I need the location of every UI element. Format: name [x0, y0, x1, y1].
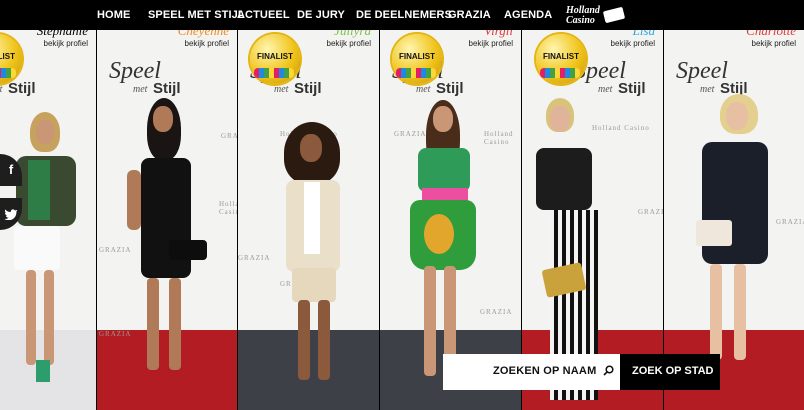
contestant-photo: [522, 30, 663, 410]
finalist-badge: FINALIST: [536, 34, 586, 84]
search-by-city-button[interactable]: ZOEK OP STAD: [620, 354, 720, 390]
contestant-card[interactable]: SpeelmetStijl GRAZIA Holland Casino GRAZ…: [97, 30, 237, 410]
view-profile-link[interactable]: bekijk profiel: [178, 39, 229, 48]
finalist-badge: FINALIST: [250, 34, 300, 84]
logo-line-2: Casino: [566, 15, 595, 26]
contestant-name-block: Virgil bekijk profiel: [469, 30, 513, 48]
search-by-name-field[interactable]: ZOEKEN OP NAAM: [443, 354, 620, 390]
contestant-name: Charlotte: [746, 30, 796, 38]
playing-card-icon: [602, 6, 626, 24]
contestant-name-block: Juliyra bekijk profiel: [327, 30, 371, 48]
search-by-name-label: ZOEKEN OP NAAM: [493, 365, 597, 377]
view-profile-link[interactable]: bekijk profiel: [746, 39, 796, 48]
contestant-card[interactable]: SpeelmetStijl Holland Casino GRAZIA FINA…: [522, 30, 663, 410]
search-by-city-label: ZOEK OP STAD: [632, 365, 714, 377]
contestant-name: Juliyra: [334, 30, 371, 38]
view-profile-link[interactable]: bekijk profiel: [611, 39, 655, 48]
view-profile-link[interactable]: bekijk profiel: [469, 39, 513, 48]
contestant-photo: [664, 30, 804, 410]
contestant-photo: [238, 30, 379, 410]
nav-de-deelnemers[interactable]: DE DEELNEMERS: [356, 9, 452, 21]
contestant-card[interactable]: SpeelmetStijl Holland Casino GRAZIA GRAZ…: [238, 30, 379, 410]
contestant-name-block: Stephanie bekijk profiel: [37, 30, 88, 48]
contestant-name: Lisa: [632, 30, 655, 38]
contestant-card[interactable]: SpeelmetStijl GRAZIA Charlotte bekijk pr…: [664, 30, 804, 410]
contestant-name: Virgil: [484, 30, 513, 38]
view-profile-link[interactable]: bekijk profiel: [37, 39, 88, 48]
finalist-badge: FINALIST: [392, 34, 442, 84]
nav-actueel[interactable]: ACTUEEL: [237, 9, 290, 21]
nav-speel-met-stijl[interactable]: SPEEL MET STIJL: [148, 9, 245, 21]
contestant-photo: [380, 30, 521, 410]
facebook-icon: f: [8, 162, 14, 177]
search-icon: [603, 365, 614, 376]
nav-home[interactable]: HOME: [97, 9, 130, 21]
view-profile-link[interactable]: bekijk profiel: [327, 39, 371, 48]
contestant-name: Stephanie: [36, 30, 88, 38]
contestant-photo: [97, 30, 237, 410]
contestant-name: Cheyenne: [177, 30, 229, 38]
contestant-card[interactable]: SpeelmetStijl GRAZIA Holland Casino GRAZ…: [380, 30, 521, 410]
facebook-share-button[interactable]: f: [0, 154, 22, 186]
nav-agenda[interactable]: AGENDA: [504, 9, 552, 21]
twitter-icon: [4, 209, 18, 221]
top-nav: HOME SPEEL MET STIJL ACTUEEL DE JURY DE …: [0, 0, 804, 30]
nav-grazia[interactable]: GRAZIA: [448, 9, 491, 21]
contestant-name-block: Lisa bekijk profiel: [611, 30, 655, 48]
contestant-name-block: Cheyenne bekijk profiel: [178, 30, 229, 48]
holland-casino-logo[interactable]: Holland Casino: [566, 5, 628, 27]
contestant-name-block: Charlotte bekijk profiel: [746, 30, 796, 48]
nav-de-jury[interactable]: DE JURY: [297, 9, 345, 21]
